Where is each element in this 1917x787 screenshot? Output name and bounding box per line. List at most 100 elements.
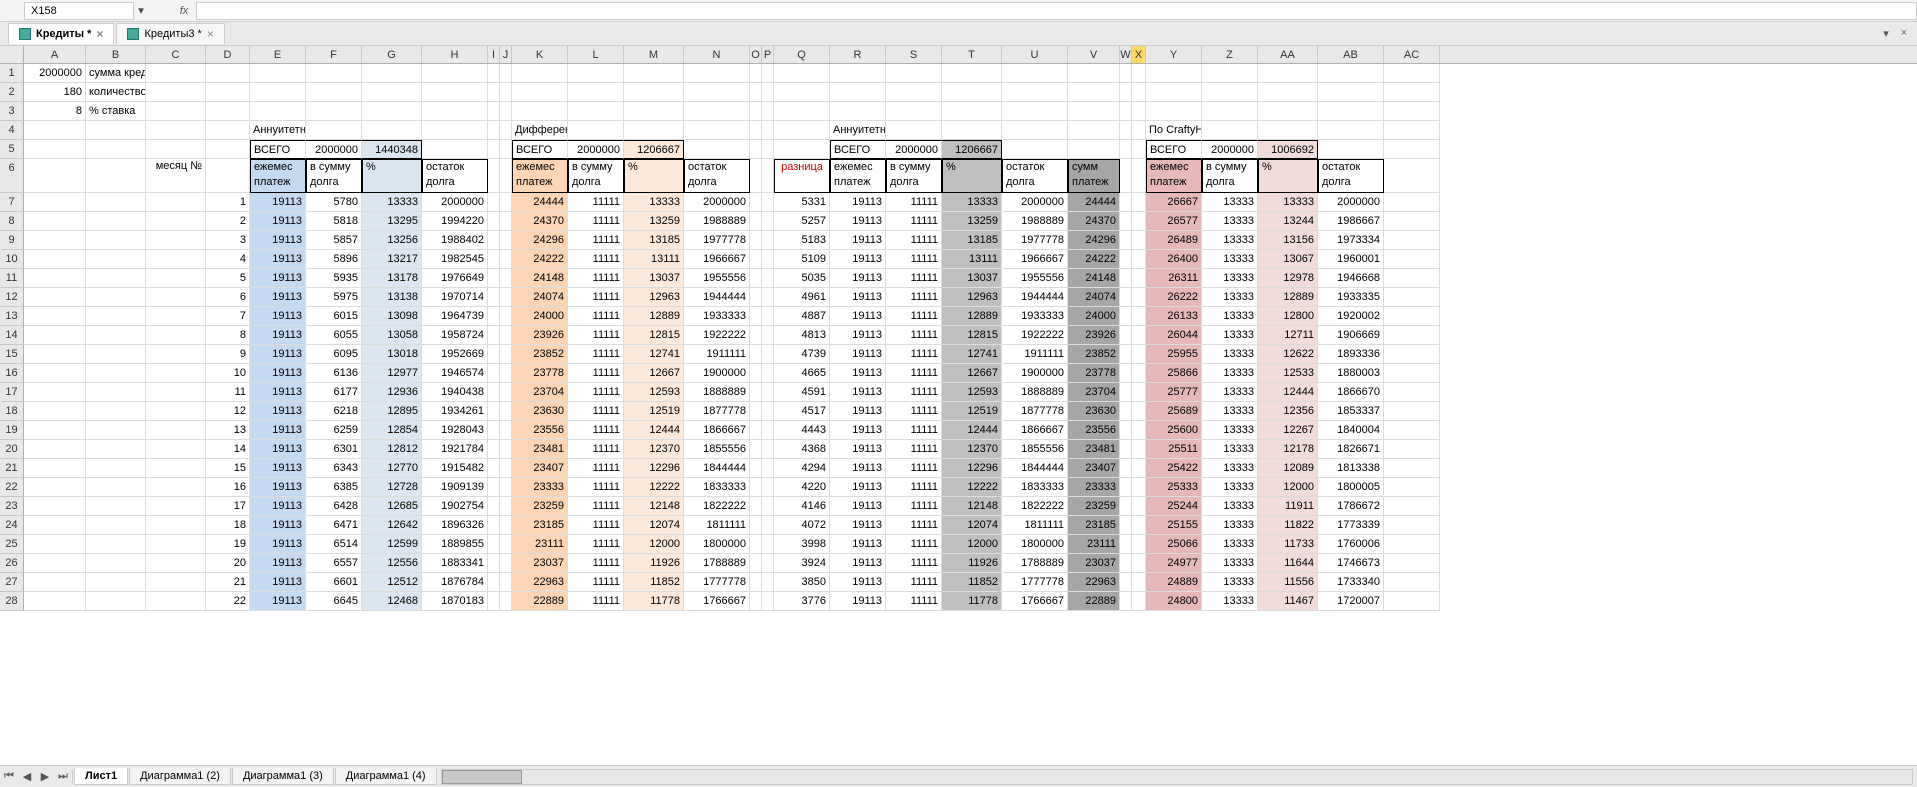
window-dropdown-icon[interactable]: ▾ xyxy=(1879,27,1893,40)
cell[interactable] xyxy=(250,83,306,102)
cell[interactable] xyxy=(146,231,206,250)
cell[interactable] xyxy=(1132,64,1146,83)
cell[interactable]: 11926 xyxy=(942,554,1002,573)
cell[interactable] xyxy=(1120,269,1132,288)
cell[interactable]: 11111 xyxy=(568,554,624,573)
cell[interactable] xyxy=(1120,535,1132,554)
cell[interactable]: 11111 xyxy=(568,326,624,345)
row-header[interactable]: 5 xyxy=(0,140,24,159)
cell[interactable] xyxy=(500,459,512,478)
cell[interactable]: 25155 xyxy=(1146,516,1202,535)
cell[interactable]: 13333 xyxy=(1202,288,1258,307)
cell[interactable] xyxy=(488,121,500,140)
cell[interactable] xyxy=(1258,83,1318,102)
cell[interactable]: 13185 xyxy=(624,231,684,250)
cell[interactable]: 11111 xyxy=(568,345,624,364)
cell[interactable]: 7 xyxy=(206,307,250,326)
column-header[interactable]: E xyxy=(250,46,306,63)
column-header[interactable]: A xyxy=(24,46,86,63)
cell[interactable] xyxy=(1132,288,1146,307)
cell[interactable]: 4961 xyxy=(774,288,830,307)
cell[interactable] xyxy=(1202,83,1258,102)
cell[interactable]: 25689 xyxy=(1146,402,1202,421)
cell[interactable]: 23037 xyxy=(512,554,568,573)
cell[interactable]: 11556 xyxy=(1258,573,1318,592)
cell[interactable]: 19113 xyxy=(250,269,306,288)
cell[interactable]: 19113 xyxy=(250,573,306,592)
fx-icon[interactable]: fx xyxy=(172,5,196,17)
cell[interactable]: 2000000 xyxy=(1318,193,1384,212)
cell[interactable] xyxy=(86,573,146,592)
cell[interactable] xyxy=(146,383,206,402)
cell[interactable] xyxy=(500,121,512,140)
cell[interactable]: ВСЕГО xyxy=(830,140,886,159)
cell[interactable]: ВСЕГО xyxy=(250,140,306,159)
cell[interactable]: 13178 xyxy=(362,269,422,288)
cell[interactable] xyxy=(24,307,86,326)
cell[interactable]: 5183 xyxy=(774,231,830,250)
column-header[interactable]: C xyxy=(146,46,206,63)
cell[interactable]: 12296 xyxy=(942,459,1002,478)
cell[interactable] xyxy=(762,193,774,212)
cell[interactable] xyxy=(206,159,250,193)
cell[interactable] xyxy=(24,592,86,611)
cell[interactable]: 1766667 xyxy=(1002,592,1068,611)
cell[interactable] xyxy=(146,440,206,459)
cell[interactable] xyxy=(1120,193,1132,212)
cell[interactable] xyxy=(488,459,500,478)
cell[interactable]: 23852 xyxy=(1068,345,1120,364)
cell[interactable] xyxy=(762,231,774,250)
cell[interactable]: 12667 xyxy=(942,364,1002,383)
horizontal-scrollbar[interactable] xyxy=(441,769,1913,785)
row-header[interactable]: 23 xyxy=(0,497,24,516)
cell[interactable]: остаток долга xyxy=(684,159,750,193)
column-header[interactable]: Y xyxy=(1146,46,1202,63)
cell[interactable]: 11111 xyxy=(886,573,942,592)
cell[interactable]: 12667 xyxy=(624,364,684,383)
cell[interactable] xyxy=(1120,383,1132,402)
cell[interactable] xyxy=(762,478,774,497)
cell[interactable] xyxy=(500,383,512,402)
cell[interactable]: 13333 xyxy=(624,193,684,212)
cell[interactable]: 12468 xyxy=(362,592,422,611)
cell[interactable] xyxy=(1120,326,1132,345)
cell[interactable]: 22963 xyxy=(1068,573,1120,592)
cell[interactable] xyxy=(830,83,886,102)
cell[interactable] xyxy=(750,307,762,326)
cell[interactable]: 14 xyxy=(206,440,250,459)
cell[interactable]: в сумму долга xyxy=(568,159,624,193)
cell[interactable]: 5331 xyxy=(774,193,830,212)
cell[interactable] xyxy=(762,459,774,478)
cell[interactable]: 12370 xyxy=(942,440,1002,459)
cell[interactable] xyxy=(488,573,500,592)
cell[interactable]: 11111 xyxy=(886,345,942,364)
cell[interactable] xyxy=(146,554,206,573)
cell[interactable] xyxy=(1318,121,1384,140)
cell[interactable] xyxy=(488,592,500,611)
cell[interactable] xyxy=(750,269,762,288)
cell[interactable]: ежемес платеж xyxy=(1146,159,1202,193)
cell[interactable]: в сумму долга xyxy=(306,159,362,193)
row-header[interactable]: 1 xyxy=(0,64,24,83)
cell[interactable] xyxy=(1120,345,1132,364)
cell[interactable]: 12000 xyxy=(624,535,684,554)
cell[interactable]: 13018 xyxy=(362,345,422,364)
cell[interactable]: 11111 xyxy=(568,402,624,421)
cell[interactable]: 13111 xyxy=(942,250,1002,269)
cell[interactable]: 11111 xyxy=(886,421,942,440)
cell[interactable]: 24296 xyxy=(512,231,568,250)
cell[interactable]: 11111 xyxy=(886,231,942,250)
cell[interactable]: 13333 xyxy=(1202,307,1258,326)
cell[interactable]: 4146 xyxy=(774,497,830,516)
cell[interactable] xyxy=(488,554,500,573)
cell[interactable] xyxy=(1120,497,1132,516)
cell[interactable]: 11111 xyxy=(886,193,942,212)
cell[interactable]: 19113 xyxy=(250,231,306,250)
sheet-tab[interactable]: Диаграмма1 (3) xyxy=(232,768,334,785)
cell[interactable]: 13333 xyxy=(1202,364,1258,383)
row-header[interactable]: 26 xyxy=(0,554,24,573)
cell[interactable] xyxy=(1068,121,1120,140)
cell[interactable] xyxy=(1384,497,1440,516)
cell[interactable]: 19113 xyxy=(830,269,886,288)
cell[interactable] xyxy=(1120,402,1132,421)
